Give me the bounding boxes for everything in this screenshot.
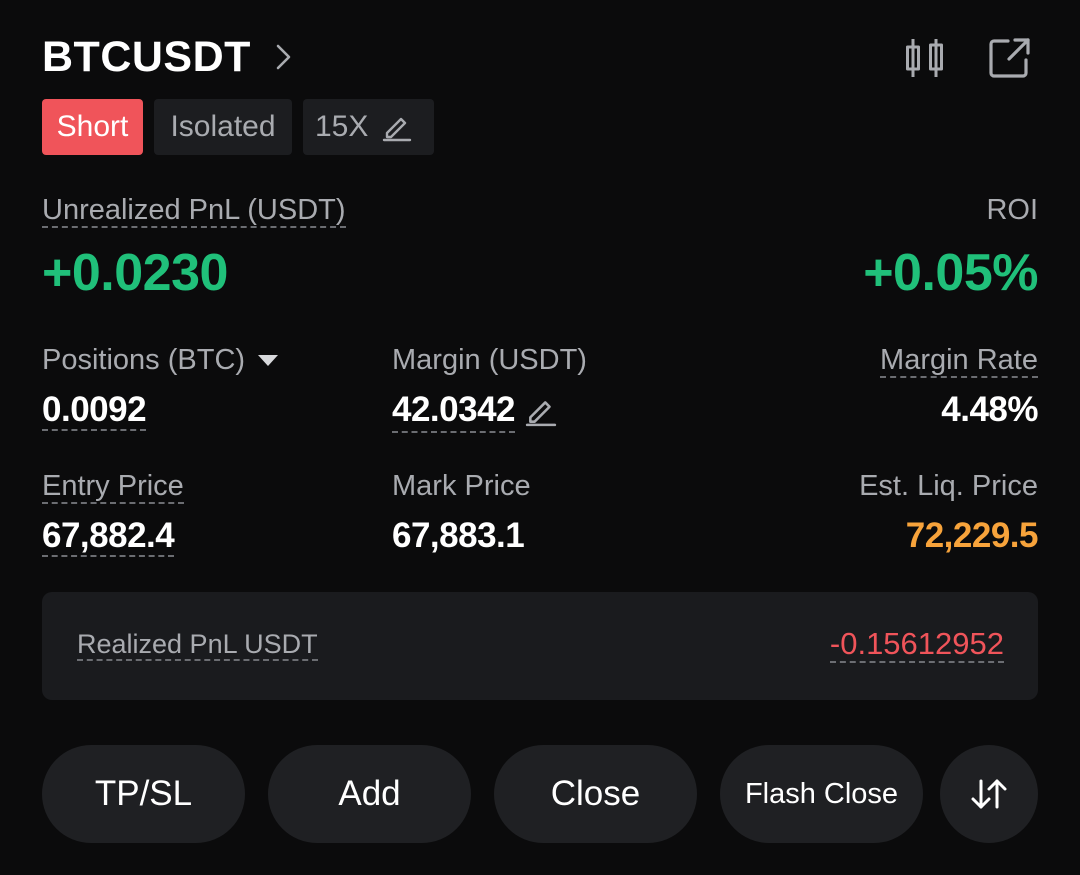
margin-mode-badge[interactable]: Isolated	[154, 99, 292, 155]
caret-down-icon[interactable]	[257, 353, 279, 367]
entry-price-label[interactable]: Entry Price	[42, 468, 184, 504]
unrealized-pnl-label[interactable]: Unrealized PnL (USDT)	[42, 192, 346, 228]
margin-rate-label[interactable]: Margin Rate	[880, 342, 1038, 378]
mark-price-value: 67,883.1	[392, 516, 525, 555]
tpsl-button[interactable]: TP/SL	[42, 745, 245, 843]
reverse-button[interactable]	[940, 745, 1038, 843]
mark-price-label: Mark Price	[392, 470, 531, 502]
realized-pnl-label[interactable]: Realized PnL USDT	[77, 626, 318, 662]
close-button[interactable]: Close	[494, 745, 697, 843]
add-button[interactable]: Add	[268, 745, 471, 843]
edit-icon[interactable]	[382, 112, 412, 142]
candlestick-chart-icon[interactable]	[903, 36, 947, 80]
reverse-arrows-icon	[971, 779, 1007, 809]
realized-pnl-value[interactable]: -0.15612952	[829, 626, 1004, 663]
margin-value[interactable]: 42.0342	[392, 389, 557, 433]
liq-price-label: Est. Liq. Price	[859, 470, 1038, 502]
edit-margin-icon[interactable]	[525, 395, 557, 427]
side-badge: Short	[42, 99, 143, 155]
roi-label: ROI	[986, 194, 1038, 226]
entry-price-value[interactable]: 67,882.4	[42, 515, 175, 557]
positions-value[interactable]: 0.0092	[42, 389, 147, 431]
roi-value: +0.05%	[863, 244, 1038, 302]
symbol-title[interactable]: BTCUSDT	[42, 30, 251, 84]
positions-label[interactable]: Positions (BTC)	[42, 342, 279, 378]
leverage-badge[interactable]: 15X	[303, 99, 434, 155]
unrealized-pnl-value: +0.0230	[42, 244, 228, 302]
share-icon[interactable]	[988, 36, 1032, 80]
leverage-label: 15X	[315, 110, 369, 143]
liq-price-value: 72,229.5	[905, 516, 1039, 555]
chevron-right-icon[interactable]	[272, 40, 296, 74]
flash-close-button[interactable]: Flash Close	[720, 745, 923, 843]
margin-rate-value: 4.48%	[941, 390, 1038, 429]
margin-label: Margin (USDT)	[392, 344, 587, 376]
